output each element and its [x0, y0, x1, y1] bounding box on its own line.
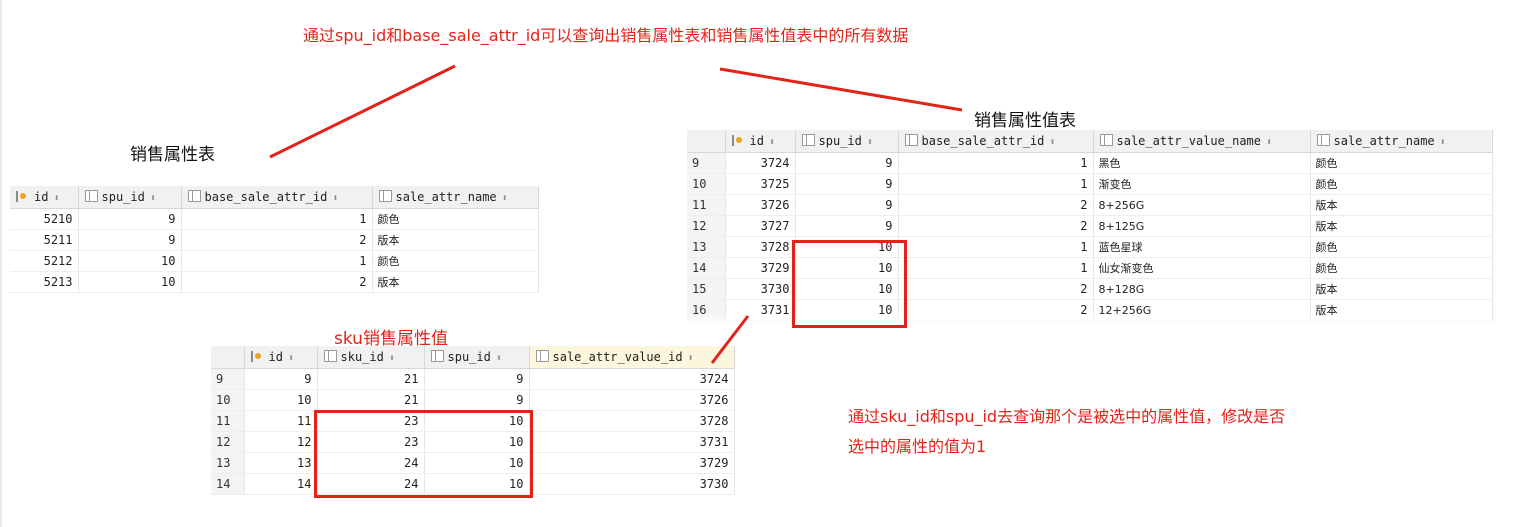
- annotation-line-right: [719, 67, 963, 112]
- annotation-line-left: [269, 64, 456, 159]
- annotation-lines: [269, 64, 963, 364]
- annotation-line-sku: [710, 315, 750, 364]
